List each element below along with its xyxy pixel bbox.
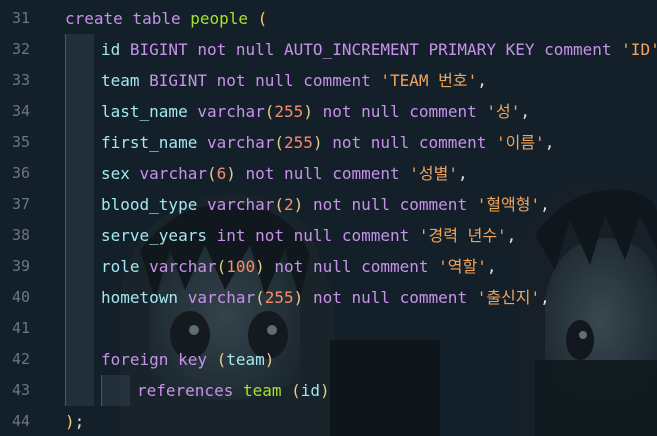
code-line[interactable]: references team (id) [137,375,330,406]
code-editor[interactable]: 31 32 33 34 35 36 37 38 39 40 41 42 43 44 create tabl… [0,0,657,436]
code-token: varchar [178,288,256,307]
code-token: ) [312,133,323,152]
code-line[interactable]: create table people ( [65,3,267,34]
code-token: varchar [139,257,217,276]
code-token: '혈액형' [476,195,541,214]
code-token: '성' [486,102,521,121]
code-token: ; [74,412,85,431]
code-token: id [300,381,321,400]
code-token: ) [264,350,275,369]
code-token: '이름' [495,133,545,152]
code-token: not null comment [322,133,496,152]
code-line[interactable]: ); [65,406,84,436]
code-line[interactable]: team BIGINT not null comment 'TEAM 번호', [101,65,487,96]
code-token: not null comment [235,164,410,183]
code-token: ) [303,102,313,121]
code-line[interactable]: last_name varchar(255) not null comment … [101,96,530,127]
code-line[interactable]: id BIGINT not null AUTO_INCREMENT PRIMAR… [101,34,657,65]
code-token: foreign key [101,350,217,369]
code-token: last_name [101,102,188,121]
code-token: hometown [101,288,179,307]
code-token: people [190,9,249,28]
code-token: 6 [216,164,227,183]
code-token: 'ID' [621,40,657,59]
code-token: sex [101,164,130,183]
code-token: create table [65,9,191,28]
code-token: 255 [264,288,294,307]
code-line[interactable]: sex varchar(6) not null comment '성별', [101,158,468,189]
code-line[interactable]: serve_years int not null comment '경력 년수'… [101,220,516,251]
code-token: , [540,288,550,307]
code-token: int not null comment [206,226,419,245]
code-token: ) [293,195,304,214]
code-token: ( [291,381,301,400]
code-token: ) [226,164,236,183]
code-token: 'TEAM 번호' [380,71,478,90]
code-line[interactable]: first_name varchar(255) not null comment… [101,127,554,158]
code-token: , [477,71,487,90]
code-token: ) [320,381,330,400]
code-token: 100 [226,257,256,276]
code-token: '성별' [409,164,458,183]
code-token: first_name [101,133,198,152]
indent-guide [101,375,130,406]
code-token: ( [216,257,227,276]
code-token: varchar [197,133,275,152]
code-token: varchar [129,164,207,183]
code-token: ( [255,288,265,307]
code-token: references [137,381,243,400]
code-token: id [101,40,121,59]
code-token: team [226,350,265,369]
code-token: not null comment [303,288,477,307]
code-token: ) [65,412,75,431]
code-token: ( [206,164,217,183]
code-line[interactable]: role varchar(100) not null comment '역할', [101,251,497,282]
code-token: , [544,133,555,152]
code-token: not null comment [312,102,487,121]
code-token: , [458,164,468,183]
code-token: ( [216,350,227,369]
code-token: , [540,195,550,214]
indent-guide [65,34,94,406]
code-token: serve_years [101,226,207,245]
code-token: '경력 년수' [418,226,507,245]
code-token: , [506,226,517,245]
code-token: BIGINT not null comment [139,71,381,90]
code-token: 255 [284,133,313,152]
code-token: varchar [197,195,275,214]
code-token: , [520,102,530,121]
code-line[interactable]: hometown varchar(255) not null comment '… [101,282,550,313]
code-area[interactable]: create table people (id BIGINT not null … [0,0,657,436]
code-line[interactable]: blood_type varchar(2) not null comment '… [101,189,550,220]
code-token: ( [274,195,285,214]
code-token: team [101,71,140,90]
code-token: blood_type [101,195,198,214]
code-token: '역할' [438,257,487,276]
code-line[interactable]: foreign key (team) [101,344,274,375]
code-token: ( [257,9,268,28]
code-token: ( [264,102,275,121]
code-token: team [242,381,282,400]
code-token: ) [255,257,265,276]
code-token: varchar [187,102,265,121]
code-token: role [101,257,140,276]
code-token: 255 [274,102,304,121]
code-token: , [486,257,497,276]
code-token: ( [274,133,285,152]
code-token: not null comment [264,257,439,276]
code-token: not null comment [303,195,477,214]
code-token: 2 [284,195,294,214]
code-token: '출신지' [476,288,541,307]
code-token: BIGINT not null AUTO_INCREMENT PRIMARY K… [120,40,622,59]
code-token: ) [293,288,304,307]
